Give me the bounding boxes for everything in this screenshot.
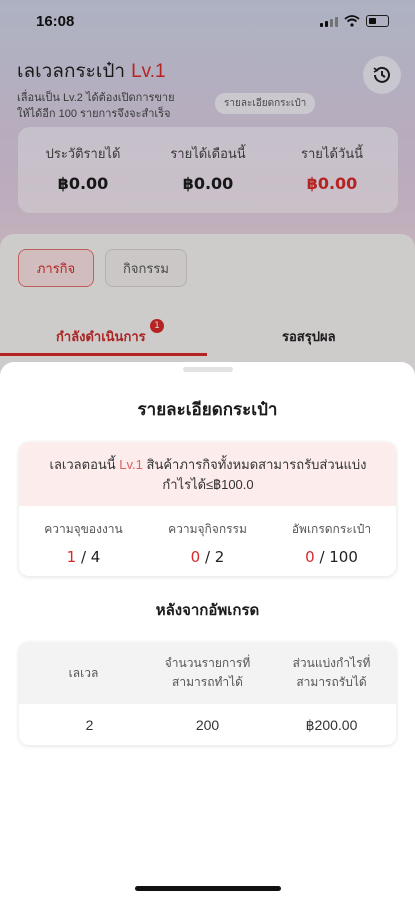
stat-label: ความจุของงาน (44, 522, 123, 536)
header-line: จำนวนรายการที่ (164, 656, 251, 670)
header-line: เลเวล (68, 666, 99, 680)
upgrade-table: เลเวล จำนวนรายการที่ สามารถทำได้ ส่วนแบ่… (19, 642, 396, 745)
current-level-prefix: เลเวลตอนนี้ (49, 457, 116, 472)
stat-task-capacity: ความจุของงาน 1 / 4 (21, 520, 146, 566)
wallet-detail-sheet: รายละเอียดกระเป๋า เลเวลตอนนี้ Lv.1 สินค้… (0, 362, 415, 900)
stat-current: 0 (190, 548, 201, 566)
current-level-text: เลเวลตอนนี้ Lv.1 สินค้าภารกิจทั้งหมดสามา… (33, 455, 383, 495)
stat-wallet-upgrade: อัพเกรดกระเป๋า 0 / 100 (269, 520, 394, 566)
current-level-desc: สินค้าภารกิจทั้งหมดสามารถรับส่วนแบ่ง (146, 457, 367, 472)
stat-current: 0 (305, 548, 315, 566)
table-cell-items: 200 (195, 717, 220, 733)
stat-label: ความจุกิจกรรม (168, 522, 247, 536)
header-line: ส่วนแบ่งกำไรที่ (292, 656, 371, 670)
sheet-title: รายละเอียดกระเป๋า (137, 400, 278, 419)
stat-total: / 2 (204, 548, 225, 566)
current-level-value: Lv.1 (119, 457, 143, 472)
stat-activity-capacity: ความจุกิจกรรม 0 / 2 (145, 520, 270, 566)
table-header-profit: ส่วนแบ่งกำไรที่ สามารถรับได้ (269, 654, 394, 692)
header-line: สามารถทำได้ (172, 675, 243, 689)
stat-label: อัพเกรดกระเป๋า (291, 522, 372, 536)
header-line: สามารถรับได้ (296, 675, 367, 689)
table-cell-profit: ฿200.00 (305, 717, 358, 733)
table-header-level: เลเวล (21, 664, 146, 683)
table-cell-level: 2 (85, 717, 94, 733)
stat-total: / 100 (319, 548, 358, 566)
drag-handle[interactable] (183, 367, 233, 372)
home-indicator[interactable] (135, 886, 281, 891)
table-header-items: จำนวนรายการที่ สามารถทำได้ (145, 654, 270, 692)
after-upgrade-title: หลังจากอัพเกรด (155, 602, 260, 619)
current-level-desc2: กำไรได้≤฿100.0 (162, 477, 254, 492)
current-level-card: เลเวลตอนนี้ Lv.1 สินค้าภารกิจทั้งหมดสามา… (19, 442, 396, 576)
stat-current: 1 (66, 548, 77, 566)
stat-total: / 4 (80, 548, 101, 566)
